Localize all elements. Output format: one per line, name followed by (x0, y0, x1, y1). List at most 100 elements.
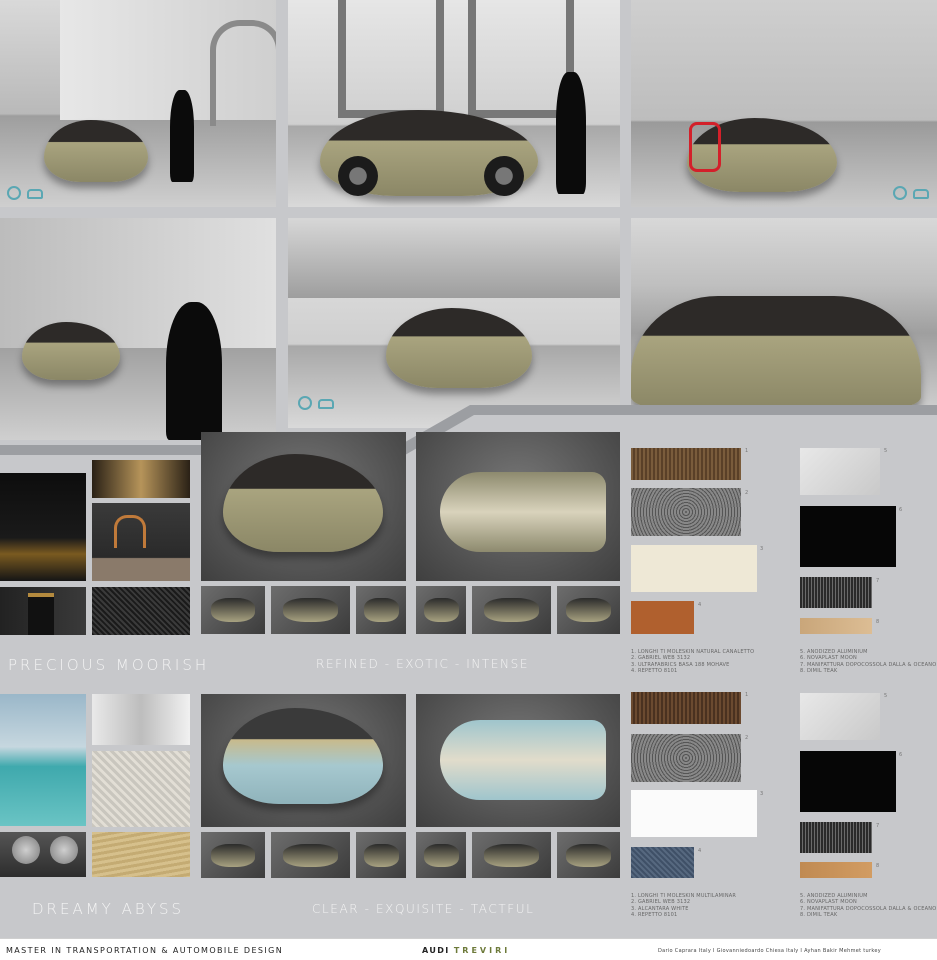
swatch-knit (800, 577, 872, 608)
course-title: MASTER IN TRANSPORTATION & AUTOMOBILE DE… (6, 946, 284, 955)
swatch-teak (800, 862, 872, 878)
detail-thumb (201, 586, 265, 634)
swatch-aluminium (800, 693, 880, 740)
mood-image-10 (92, 832, 190, 877)
swatch-black (800, 506, 896, 567)
swatch-number: 6 (899, 752, 903, 758)
knob (50, 836, 78, 864)
section-title-1: PRECIOUS MOORISH (8, 656, 210, 674)
detail-thumb (472, 832, 551, 878)
mood-image-6 (0, 694, 86, 826)
swatch-copper (631, 601, 694, 634)
swatch-number: 2 (745, 735, 749, 741)
detail-thumb (356, 586, 406, 634)
scene-photo-6 (631, 218, 937, 410)
person-silhouette (556, 72, 586, 194)
car-render (223, 454, 383, 552)
mood-image-7 (92, 694, 190, 745)
detail-thumb (557, 832, 620, 878)
swatch-number: 8 (876, 863, 880, 869)
car-render (386, 308, 532, 388)
materials-legend-right-2: 5. ANODIZED ALUMINIUM 6. NOVAPLAST MOON … (800, 893, 937, 919)
wheel (338, 156, 378, 196)
swatch-moleskin (631, 448, 741, 480)
mood-image-8 (92, 751, 190, 827)
car-interior-render (631, 296, 921, 408)
bridge-background (288, 218, 620, 298)
steering-wheel-icon (893, 186, 907, 200)
car-icon (913, 189, 929, 199)
car-topview (440, 472, 606, 552)
footer-bar: MASTER IN TRANSPORTATION & AUTOMOBILE DE… (0, 938, 937, 960)
scene-photo-2 (288, 0, 620, 207)
mood-image-5 (92, 587, 190, 635)
detail-thumb (271, 586, 350, 634)
car-render (223, 708, 383, 804)
scene-photo-3 (631, 0, 937, 207)
materials-legend-left-1: 1. LONGHI TI MOLESKIN NATURAL CANALETTO … (631, 649, 755, 675)
mood-image-3 (92, 503, 190, 581)
mood-image-2 (92, 460, 190, 498)
swatch-number: 5 (884, 693, 888, 699)
swatch-aluminium (800, 448, 880, 495)
swatch-denim (631, 847, 694, 878)
swatch-alcantara-white (631, 790, 757, 837)
detail-thumb (271, 832, 350, 878)
detail-thumb (557, 586, 620, 634)
interior-topview-1 (416, 432, 620, 581)
drive-mode-icons (893, 186, 929, 200)
authors-credit: Dario Caprara Italy I Giovanniedoardo Ch… (658, 948, 882, 954)
car-topview (440, 720, 606, 800)
interior-topview-2 (416, 694, 620, 827)
drive-mode-icons (7, 186, 43, 200)
swatch-teak (800, 618, 872, 634)
candle-holder (28, 593, 54, 635)
scene-photo-5 (288, 218, 620, 428)
mood-image-1 (0, 473, 86, 581)
steering-wheel-icon (7, 186, 21, 200)
project-prefix: AUDI (422, 946, 454, 955)
exterior-render-2 (201, 694, 406, 827)
swatch-number: 1 (745, 448, 749, 454)
tail-light (689, 122, 721, 172)
section-keywords-2: CLEAR - EXQUISITE - TACTFUL (312, 902, 535, 916)
shop-window (338, 0, 444, 118)
car-render (44, 120, 148, 182)
wheel (484, 156, 524, 196)
faucet (114, 515, 146, 548)
exterior-render-1 (201, 432, 406, 581)
swatch-number: 3 (760, 546, 764, 552)
mood-image-9 (0, 832, 86, 877)
swatch-number: 7 (876, 823, 880, 829)
person-silhouette (170, 90, 194, 182)
materials-legend-right-1: 5. ANODIZED ALUMINIUM 6. NOVAPLAST MOON … (800, 649, 937, 675)
swatch-moleskin-multilaminar (631, 692, 741, 724)
materials-legend-left-2: 1. LONGHI TI MOLESKIN MULTILAMINAR 2. GA… (631, 893, 737, 919)
project-name: TREVIRI (453, 946, 511, 955)
mood-image-4 (0, 587, 86, 635)
swatch-web (631, 734, 741, 782)
swatch-number: 2 (745, 490, 749, 496)
car-icon (27, 189, 43, 199)
swatch-knit (800, 822, 872, 853)
arched-window (210, 20, 276, 126)
swatch-number: 6 (899, 507, 903, 513)
swatch-number: 7 (876, 578, 880, 584)
section-title-2: DREAMY ABYSS (32, 900, 185, 918)
swatch-number: 5 (884, 448, 888, 454)
detail-thumb (356, 832, 406, 878)
swatch-number: 4 (698, 848, 702, 854)
swatch-black (800, 751, 896, 812)
project-title: AUDI TREVIRI (422, 946, 510, 955)
design-board: PRECIOUS MOORISH REFINED - EXOTIC - INTE… (0, 0, 937, 960)
scene-photo-1 (0, 0, 276, 207)
swatch-number: 3 (760, 791, 764, 797)
swatch-number: 8 (876, 619, 880, 625)
swatch-number: 1 (745, 692, 749, 698)
detail-thumb (201, 832, 265, 878)
section-keywords-1: REFINED - EXOTIC - INTENSE (316, 657, 530, 671)
swatch-leather-cream (631, 545, 757, 592)
detail-thumb (472, 586, 551, 634)
swatch-web (631, 488, 741, 536)
knob (12, 836, 40, 864)
